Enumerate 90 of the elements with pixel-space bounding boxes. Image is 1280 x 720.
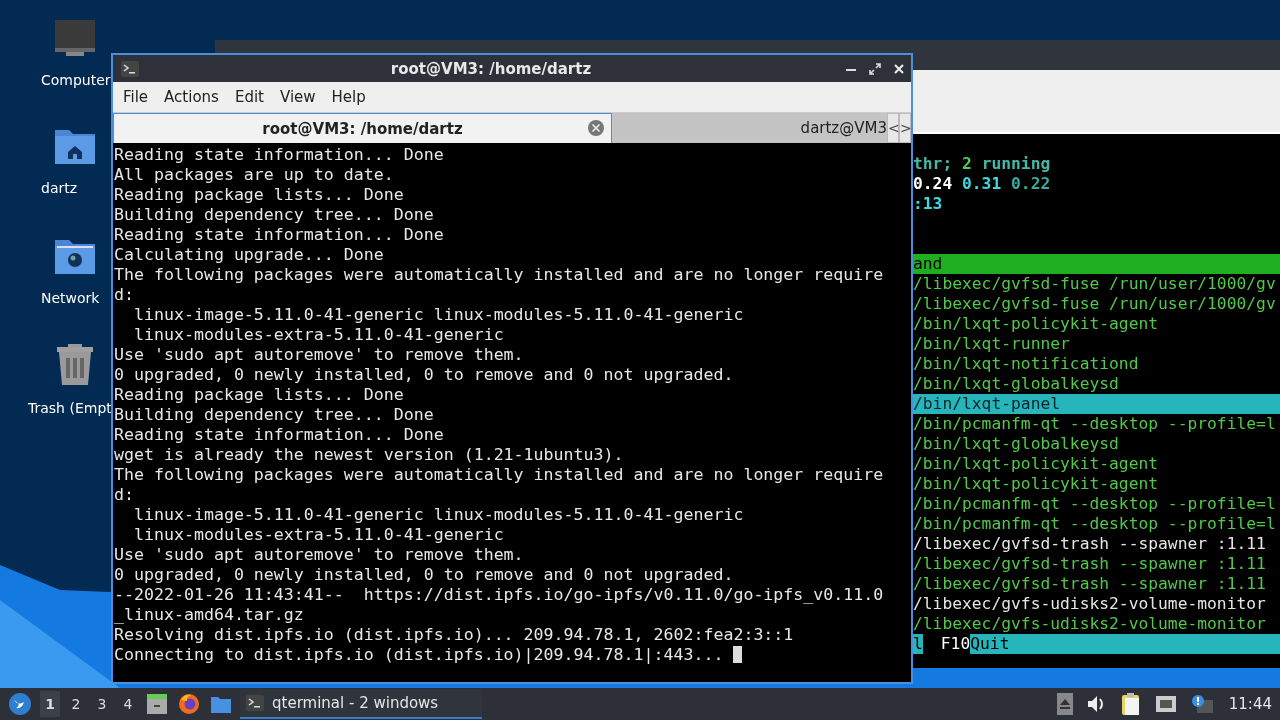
process-row[interactable]: /bin/lxqt-policykit-agent [912,474,1280,494]
clock[interactable]: 11:44 [1228,695,1272,713]
process-row[interactable]: /libexec/gvfsd-trash --spawner :1.11 [912,534,1280,554]
menu-item[interactable]: Help [323,88,374,106]
process-row[interactable]: /bin/lxqt-globalkeysd [912,434,1280,454]
process-row[interactable]: /bin/pcmanfm-qt --desktop --profile=l [912,514,1280,534]
terminal-line: wget is already the newest version (1.21-1ubuntu3). [114,445,625,465]
terminal-line: 0 upgraded, 0 newly installed, 0 to remove and 0 not upgraded. [114,565,735,585]
terminal-icon [246,695,264,711]
terminal-line: Reading state information... Done [114,425,445,445]
terminal-line: Calculating upgrade... Done [114,245,385,265]
terminal-line: Resolving dist.ipfs.io (dist.ipfs.io)... 209.94.78.1, 2602:fea2:3::1 [114,625,795,645]
terminal-tab[interactable]: root@VM3: /home/dartz [113,113,612,143]
function-label: l [913,634,923,654]
workspace-button[interactable]: 2 [66,691,86,717]
terminal-line: linux-modules-extra-5.11.0-41-generic [132,325,505,345]
terminal-line: linux-modules-extra-5.11.0-41-generic [132,525,505,545]
workspace-button[interactable]: 4 [118,691,138,717]
process-row[interactable]: /bin/lxqt-notificationd [912,354,1280,374]
function-key[interactable]: F10 [922,634,971,654]
terminal-line: linux-image-5.11.0-41-generic linux-modules-5.11.0-41-generic [132,505,745,525]
terminal-text: 0.22 [1011,174,1051,193]
close-tab-icon[interactable] [587,119,605,137]
terminal-line: Reading package lists... Done [114,185,405,205]
terminal-line: --2022-01-26 11:43:41-- https://dist.ipfs.io/go-ipfs/v0.11.0/go-ipfs_v0.11.0 [114,585,885,605]
terminal-line: Use 'sudo apt autoremove' to remove them. [114,345,525,365]
terminal-text: 0.24 [913,174,954,193]
workspace-button[interactable]: 1 [40,691,60,717]
terminal-line: All packages are up to date. [114,165,395,185]
process-row[interactable]: /libexec/gvfsd-trash --spawner :1.11 [912,574,1280,594]
terminal-text: running [980,154,1051,173]
process-row[interactable]: /libexec/gvfsd-fuse /run/user/1000/gv [912,294,1280,314]
process-row[interactable]: /libexec/gvfs-udisks2-volume-monitor [912,594,1280,614]
terminal-line: 0 upgraded, 0 newly installed, 0 to remove and 0 not upgraded. [114,365,735,385]
menu-item[interactable]: Actions [156,88,227,106]
terminal-line: d: [114,285,135,305]
terminal-line: Reading state information... Done [114,225,445,245]
terminal-line: Reading state information... Done [114,145,445,165]
terminal-line: Building dependency tree... Done [114,205,435,225]
monitor-icon[interactable] [54,18,96,58]
clipboard-icon[interactable] [1120,692,1141,716]
process-row[interactable]: /bin/lxqt-policykit-agent [912,314,1280,334]
eject-icon[interactable] [1056,693,1073,715]
menu-item[interactable]: Edit [226,88,272,106]
terminal-text: 0.31 [962,174,1003,193]
trash-icon[interactable] [54,344,96,386]
desktop-icon-label[interactable]: Trash (Empt [28,400,112,416]
terminal-text: thr; [913,154,954,173]
folder-icon[interactable] [210,694,232,714]
terminal-icon [121,60,139,77]
terminal-line: Reading package lists... Done [114,385,405,405]
menu-item[interactable]: File [115,88,157,106]
desktop-icon-label[interactable]: dartz [41,180,78,196]
terminal-tab[interactable]: dartz@VM3 [612,113,887,143]
tab-scroll-button[interactable]: > [899,113,911,143]
terminal-line: Use 'sudo apt autoremove' to remove them. [114,545,525,565]
browser-icon[interactable] [178,693,200,715]
start-menu-icon[interactable] [8,692,32,716]
terminal-line: The following packages were automatically installed and are no longer require [114,265,885,285]
desktop-icon-label[interactable]: Computer [41,72,111,88]
terminal-line: _linux-amd64.tar.gz [114,605,305,625]
tab-scroll-button[interactable]: < [887,113,899,143]
workspace-button[interactable]: 3 [92,691,112,717]
network-icon[interactable] [1154,695,1177,713]
terminal-line: d: [114,485,135,505]
taskbar-window-button[interactable]: qterminal - 2 windows [240,689,483,719]
column-header: and [913,254,943,273]
process-row[interactable]: /bin/pcmanfm-qt --desktop --profile=l [912,414,1280,434]
process-row[interactable]: /bin/pcmanfm-qt --desktop --profile=l [912,494,1280,514]
menu-item[interactable]: View [271,88,324,106]
process-row[interactable]: /libexec/gvfs-udisks2-volume-monitor [912,614,1280,634]
process-row[interactable]: /bin/lxqt-policykit-agent [912,454,1280,474]
desktop-icon-label[interactable]: Network [41,290,100,306]
window-title: root@VM3: /home/dartz [389,59,593,78]
terminal-line: Connecting to dist.ipfs.io (dist.ipfs.io)|209.94.78.1|:443... [114,645,911,665]
process-row[interactable]: /libexec/gvfsd-trash --spawner :1.11 [912,554,1280,574]
terminal-line: linux-image-5.11.0-41-generic linux-modules-5.11.0-41-generic [132,305,745,325]
function-label: Quit [970,634,1280,654]
maximize-icon[interactable] [869,62,881,75]
terminal-text: :13 [913,194,943,213]
process-row[interactable]: /bin/lxqt-globalkeysd [912,374,1280,394]
process-row[interactable]: /bin/lxqt-runner [912,334,1280,354]
terminal-text: 2 [962,154,972,173]
terminal-line: Building dependency tree... Done [114,405,435,425]
file-cabinet-icon[interactable] [146,693,168,715]
close-icon[interactable] [893,62,905,75]
terminal-line: The following packages were automatically installed and are no longer require [114,465,885,485]
process-row[interactable]: /bin/lxqt-panel [912,394,1280,414]
notification-icon[interactable] [1190,694,1213,714]
process-row[interactable]: /libexec/gvfsd-fuse /run/user/1000/gv [912,274,1280,294]
